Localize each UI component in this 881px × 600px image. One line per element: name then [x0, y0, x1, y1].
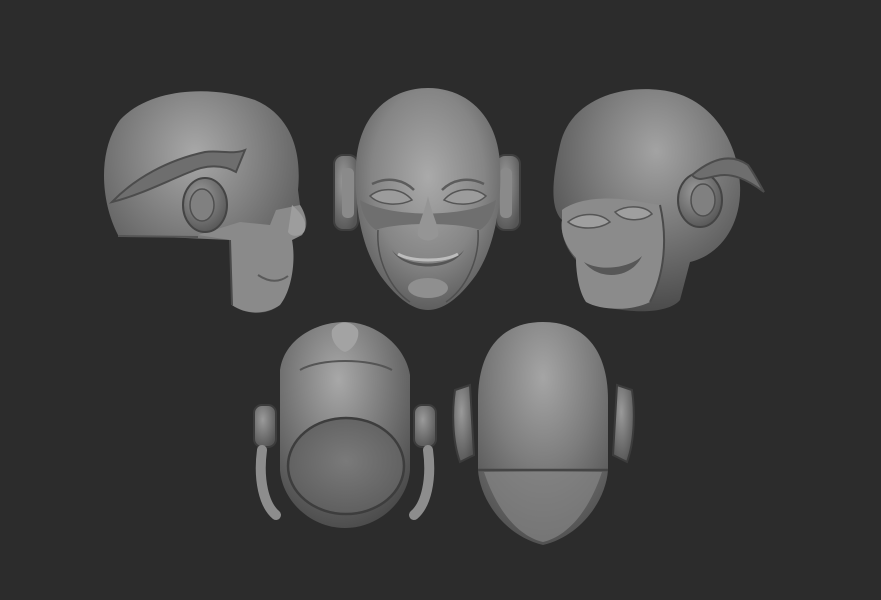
right-three-quarter-view: [553, 89, 765, 312]
neck-opening: [286, 416, 406, 516]
render-viewport: [0, 0, 881, 600]
left-profile-view: [104, 91, 307, 313]
back-view: [452, 322, 635, 545]
front-view: [333, 88, 521, 310]
bottom-view: [253, 322, 437, 528]
sculpt-render: [104, 88, 765, 545]
